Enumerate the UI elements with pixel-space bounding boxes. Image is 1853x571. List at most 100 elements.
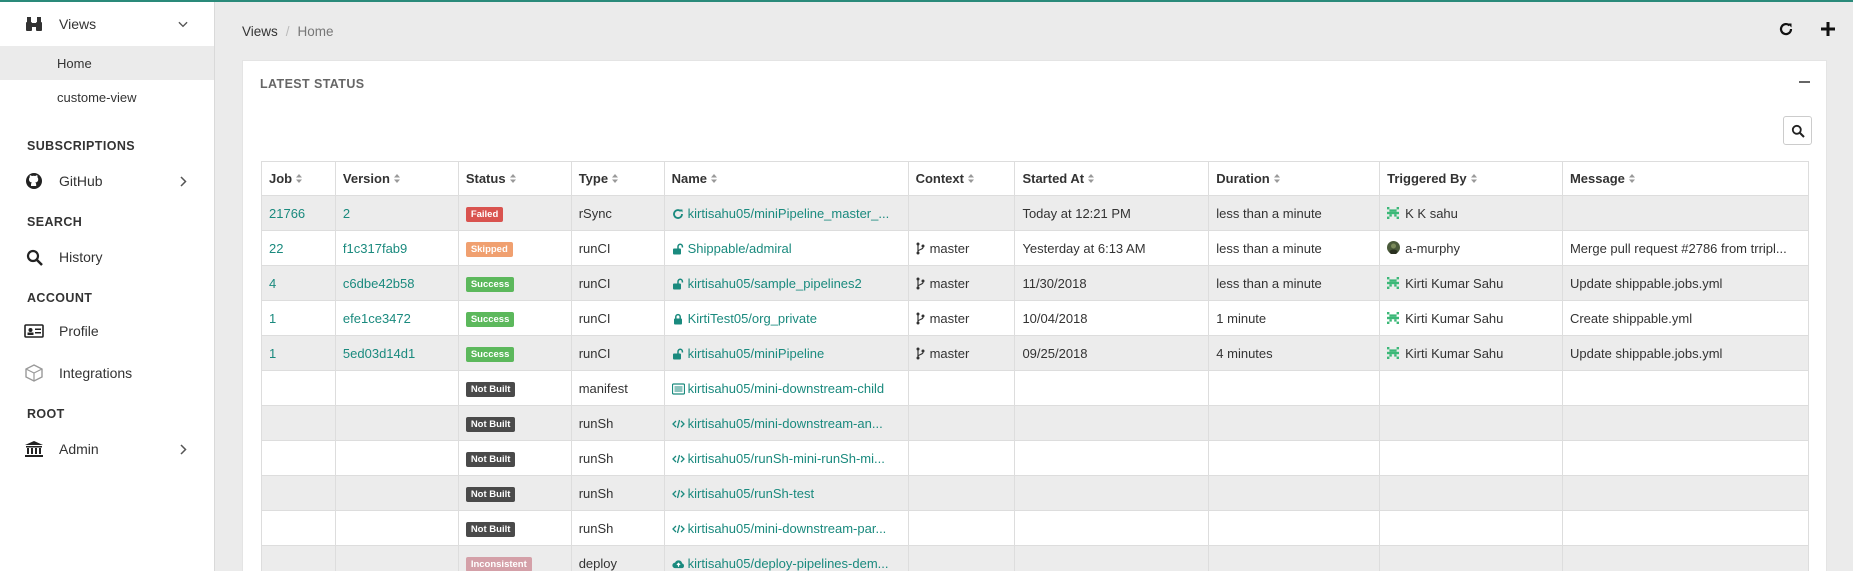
column-header-label: Version bbox=[342, 171, 390, 186]
resource-name-link[interactable]: kirtisahu05/runSh-mini-runSh-mi... bbox=[688, 451, 885, 466]
unlock-icon bbox=[672, 243, 685, 256]
resource-name-link[interactable]: kirtisahu05/miniPipeline_master_... bbox=[688, 206, 890, 221]
context-label: master bbox=[929, 310, 970, 326]
sort-icon[interactable] bbox=[612, 174, 619, 185]
version-link[interactable]: c6dbe42b58 bbox=[343, 276, 415, 291]
table-row[interactable]: Not Built runSh kirtisahu05/runSh-test bbox=[261, 475, 1810, 511]
avatar bbox=[1387, 240, 1401, 254]
sort-icon[interactable] bbox=[1628, 174, 1635, 185]
cell-type: runCI bbox=[570, 230, 665, 266]
latest-status-panel: LATEST STATUS Job Version Status Type Name Co… bbox=[242, 60, 1827, 571]
sort-icon[interactable] bbox=[1470, 174, 1477, 185]
sidebar-item-history[interactable]: History bbox=[0, 236, 214, 278]
sort-icon[interactable] bbox=[1088, 174, 1095, 185]
resource-name-link[interactable]: kirtisahu05/runSh-test bbox=[688, 486, 814, 501]
resource-name-link[interactable]: kirtisahu05/mini-downstream-par... bbox=[688, 521, 887, 536]
cell-name: kirtisahu05/mini-downstream-par... bbox=[663, 510, 909, 546]
status-badge: Skipped bbox=[465, 241, 513, 257]
started-at-label: 09/25/2018 bbox=[1022, 345, 1088, 361]
breadcrumb-views[interactable]: Views bbox=[242, 24, 278, 39]
cell-type: runCI bbox=[570, 335, 665, 371]
job-link[interactable]: 4 bbox=[269, 276, 276, 291]
cell-duration: 1 minute bbox=[1208, 300, 1381, 336]
resource-name-link[interactable]: kirtisahu05/sample_pipelines2 bbox=[688, 276, 862, 291]
resource-name-link[interactable]: kirtisahu05/mini-downstream-an... bbox=[688, 416, 883, 431]
table-row[interactable]: 21766 2 Failed rSync kirtisahu05/miniPipelin… bbox=[261, 195, 1810, 231]
sort-icon[interactable] bbox=[296, 174, 303, 185]
job-link[interactable]: 21766 bbox=[269, 206, 305, 221]
resource-name-link[interactable]: kirtisahu05/deploy-pipelines-dem... bbox=[688, 556, 889, 571]
version-link[interactable]: 2 bbox=[343, 206, 350, 221]
sidebar-views[interactable]: Views bbox=[0, 2, 214, 46]
version-link[interactable]: f1c317fab9 bbox=[343, 241, 407, 256]
column-header-type[interactable]: Type bbox=[570, 161, 665, 196]
cell-message: Merge pull request #2786 from trripl... bbox=[1561, 230, 1810, 266]
sort-icon[interactable] bbox=[967, 174, 974, 185]
status-table: Job Version Status Type Name Context Started A… bbox=[261, 161, 1810, 571]
resource-name-link[interactable]: Shippable/admiral bbox=[688, 241, 792, 256]
started-at-label: 10/04/2018 bbox=[1022, 310, 1088, 326]
table-row[interactable]: Inconsistent deploy kirtisahu05/deploy-pip… bbox=[261, 545, 1810, 571]
table-row[interactable]: Not Built runSh kirtisahu05/mini-downstrea… bbox=[261, 405, 1810, 441]
cell-name: kirtisahu05/miniPipeline_master_... bbox=[663, 195, 909, 231]
status-badge: Success bbox=[465, 276, 515, 292]
refresh-icon[interactable] bbox=[1775, 18, 1797, 40]
cell-context bbox=[907, 510, 1016, 546]
cell-context bbox=[907, 440, 1016, 476]
type-label: runSh bbox=[578, 415, 614, 431]
column-header-version[interactable]: Version bbox=[334, 161, 459, 196]
column-header-started-at[interactable]: Started At bbox=[1014, 161, 1210, 196]
resource-name-link[interactable]: kirtisahu05/mini-downstream-child bbox=[688, 381, 885, 396]
type-label: rSync bbox=[578, 205, 612, 221]
status-badge: Success bbox=[465, 311, 515, 327]
table-row[interactable]: 1 efe1ce3472 Success runCI KirtiTest05/org_p… bbox=[261, 300, 1810, 336]
job-link[interactable]: 22 bbox=[269, 241, 283, 256]
sort-icon[interactable] bbox=[1273, 174, 1280, 185]
table-row[interactable]: Not Built runSh kirtisahu05/runSh-mini-run… bbox=[261, 440, 1810, 476]
sort-icon[interactable] bbox=[711, 174, 718, 185]
version-link[interactable]: efe1ce3472 bbox=[343, 311, 411, 326]
sort-icon[interactable] bbox=[509, 174, 516, 185]
type-label: manifest bbox=[578, 380, 628, 396]
sidebar-item-home[interactable]: Home bbox=[0, 46, 214, 80]
cell-name: kirtisahu05/deploy-pipelines-dem... bbox=[663, 545, 909, 571]
column-header-duration[interactable]: Duration bbox=[1208, 161, 1381, 196]
table-search-button[interactable] bbox=[1783, 116, 1812, 145]
cell-message bbox=[1561, 545, 1810, 571]
job-link[interactable]: 1 bbox=[269, 311, 276, 326]
type-label: deploy bbox=[578, 555, 618, 571]
version-link[interactable]: 5ed03d14d1 bbox=[343, 346, 415, 361]
sidebar-item-github[interactable]: GitHub bbox=[0, 160, 214, 202]
column-header-message[interactable]: Message bbox=[1561, 161, 1810, 196]
column-header-triggered-by[interactable]: Triggered By bbox=[1379, 161, 1563, 196]
table-row[interactable]: 22 f1c317fab9 Skipped runCI Shippable/admira… bbox=[261, 230, 1810, 266]
resource-name-link[interactable]: KirtiTest05/org_private bbox=[688, 311, 817, 326]
cell-type: runSh bbox=[570, 440, 665, 476]
started-at-label: Today at 12:21 PM bbox=[1022, 205, 1131, 221]
cell-status: Not Built bbox=[457, 510, 572, 546]
table-row[interactable]: Not Built runSh kirtisahu05/mini-downstrea… bbox=[261, 510, 1810, 546]
unlock-icon bbox=[672, 278, 685, 291]
column-header-status[interactable]: Status bbox=[457, 161, 572, 196]
id-card-icon bbox=[23, 320, 45, 342]
branch-icon bbox=[916, 312, 926, 325]
sidebar-item-admin[interactable]: Admin bbox=[0, 428, 214, 470]
job-link[interactable]: 1 bbox=[269, 346, 276, 361]
chevron-down-icon[interactable] bbox=[178, 19, 188, 29]
sort-icon[interactable] bbox=[393, 174, 400, 185]
cell-context bbox=[907, 545, 1016, 571]
add-icon[interactable] bbox=[1817, 18, 1839, 40]
minimize-icon[interactable] bbox=[1799, 81, 1810, 83]
column-header-job[interactable]: Job bbox=[261, 161, 336, 196]
cell-type: runCI bbox=[570, 300, 665, 336]
sidebar-item-integrations[interactable]: Integrations bbox=[0, 352, 214, 394]
table-row[interactable]: 1 5ed03d14d1 Success runCI kirtisahu05/miniP… bbox=[261, 335, 1810, 371]
sidebar-item-profile[interactable]: Profile bbox=[0, 310, 214, 352]
column-header-name[interactable]: Name bbox=[663, 161, 909, 196]
column-header-context[interactable]: Context bbox=[907, 161, 1016, 196]
cell-name: kirtisahu05/mini-downstream-an... bbox=[663, 405, 909, 441]
sidebar-item-custome-view[interactable]: custome-view bbox=[0, 80, 214, 114]
table-row[interactable]: 4 c6dbe42b58 Success runCI kirtisahu05/sampl… bbox=[261, 265, 1810, 301]
resource-name-link[interactable]: kirtisahu05/miniPipeline bbox=[688, 346, 825, 361]
table-row[interactable]: Not Built manifest kirtisahu05/mini-downst… bbox=[261, 370, 1810, 406]
